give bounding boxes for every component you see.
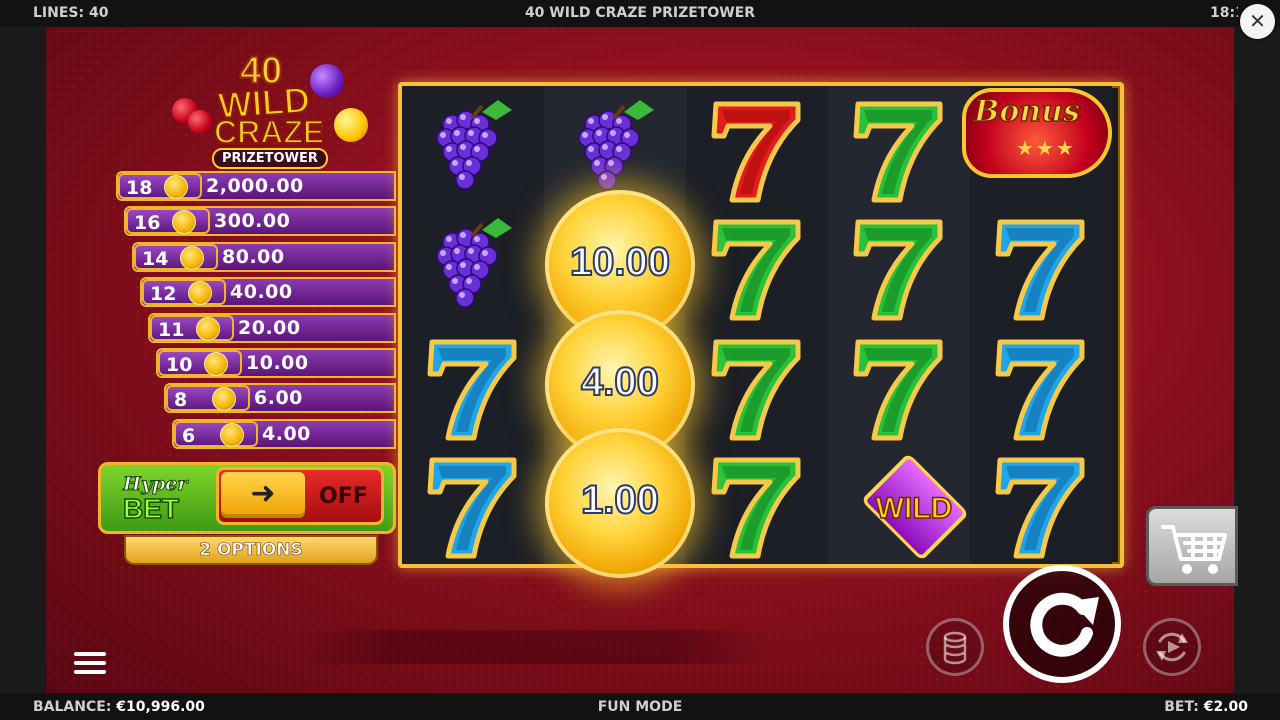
bonus-label: Bonus bbox=[973, 93, 1080, 130]
autoplay-button[interactable] bbox=[1143, 618, 1201, 676]
prize-count: 6 bbox=[182, 425, 196, 447]
hyperbet-toggle[interactable]: ➜ OFF bbox=[216, 467, 384, 525]
green-seven-symbol bbox=[828, 90, 970, 208]
red-seven-symbol bbox=[686, 90, 828, 208]
prize-tier-row: 11 20.00 bbox=[148, 313, 396, 343]
prize-count: 12 bbox=[150, 283, 177, 305]
coin-value: 10.00 bbox=[569, 239, 671, 285]
prize-amount: 10.00 bbox=[246, 352, 309, 374]
prize-tier-row: 18 2,000.00 bbox=[116, 171, 396, 201]
spin-button[interactable] bbox=[1003, 565, 1121, 683]
spin-arrow-icon bbox=[1030, 592, 1099, 657]
menu-button[interactable] bbox=[72, 648, 108, 678]
prize-count-badge: 10 bbox=[158, 350, 242, 376]
hyperbet-label-top: Hyper bbox=[122, 473, 188, 496]
game-logo: 40 WILD CRAZE PRIZETOWER bbox=[168, 49, 378, 170]
prize-count: 14 bbox=[142, 248, 169, 270]
blue-seven-symbol bbox=[970, 328, 1112, 446]
blue-seven-symbol bbox=[970, 208, 1112, 326]
prize-count: 18 bbox=[126, 177, 153, 199]
green-seven-symbol bbox=[828, 328, 970, 446]
prize-tier-row: 12 40.00 bbox=[140, 277, 396, 307]
prize-amount: 40.00 bbox=[230, 281, 293, 303]
coin-icon bbox=[220, 423, 244, 447]
blue-seven-symbol bbox=[402, 328, 544, 446]
coin-icon bbox=[188, 281, 212, 305]
prize-amount: 80.00 bbox=[222, 246, 285, 268]
coin-icon bbox=[172, 210, 196, 234]
hamburger-line bbox=[74, 670, 106, 674]
hyperbet-state: OFF bbox=[319, 484, 368, 509]
bonus-symbol: Bonus ★★★ bbox=[960, 88, 1120, 180]
coin-icon bbox=[164, 175, 188, 199]
prize-count-badge: 12 bbox=[142, 279, 226, 305]
bottom-bar: BALANCE: €10,996.00 FUN MODE BET: €2.00 bbox=[0, 693, 1280, 720]
hyperbet-label-bottom: BET bbox=[122, 492, 180, 525]
prize-tier-row: 14 80.00 bbox=[132, 242, 396, 272]
wild-symbol: WILD bbox=[858, 452, 970, 562]
logo-craze: CRAZE bbox=[213, 113, 325, 151]
bet: BET: €2.00 bbox=[1164, 699, 1248, 715]
prize-count-badge: 16 bbox=[126, 208, 210, 234]
prize-count-badge: 18 bbox=[118, 173, 202, 199]
plum-icon bbox=[310, 64, 344, 98]
prize-tier-row: 10 10.00 bbox=[156, 348, 396, 378]
green-seven-symbol bbox=[828, 208, 970, 326]
coin-stack-icon bbox=[943, 631, 967, 665]
prize-count-badge: 6 bbox=[174, 421, 258, 447]
message-strip bbox=[300, 630, 770, 664]
green-seven-symbol bbox=[686, 208, 828, 326]
star-icon: ★★★ bbox=[1016, 136, 1076, 160]
prize-count-badge: 14 bbox=[134, 244, 218, 270]
coin-icon bbox=[212, 387, 236, 411]
stake-button[interactable] bbox=[926, 618, 984, 676]
prize-tier-row: 16 300.00 bbox=[124, 206, 396, 236]
hamburger-menu-icon bbox=[74, 652, 106, 656]
prize-count-badge: 8 bbox=[166, 385, 250, 411]
autoplay-icon bbox=[1156, 632, 1188, 662]
coin-symbol: 1.00 bbox=[545, 428, 695, 578]
close-icon: ✕ bbox=[1249, 9, 1266, 33]
prize-tier-row: 6 4.00 bbox=[172, 419, 396, 449]
coin-icon bbox=[196, 317, 220, 341]
prize-count-badge: 11 bbox=[150, 315, 234, 341]
coin-icon bbox=[180, 246, 204, 270]
coin-value: 4.00 bbox=[580, 359, 660, 405]
hamburger-line bbox=[74, 661, 106, 665]
coin-value: 1.00 bbox=[580, 477, 660, 523]
mode-label: FUN MODE bbox=[597, 699, 683, 715]
lemon-icon bbox=[334, 108, 368, 142]
shopping-cart-icon bbox=[1161, 525, 1227, 574]
options-button[interactable]: 2 OPTIONS bbox=[124, 535, 378, 565]
prize-count: 16 bbox=[134, 212, 161, 234]
prize-amount: 2,000.00 bbox=[206, 175, 304, 197]
prize-count: 11 bbox=[158, 319, 185, 341]
cherry-icon bbox=[188, 110, 212, 134]
prize-count: 10 bbox=[166, 354, 193, 376]
green-seven-symbol bbox=[686, 446, 828, 564]
game-title: 40 WILD CRAZE PRIZETOWER bbox=[524, 5, 756, 21]
arrow-right-icon: ➜ bbox=[221, 472, 305, 518]
clock: 18:18 bbox=[1210, 5, 1238, 21]
bet-value: €2.00 bbox=[1203, 699, 1248, 715]
prize-count: 8 bbox=[174, 389, 188, 411]
grapes-symbol bbox=[402, 90, 544, 208]
blue-seven-symbol bbox=[970, 446, 1112, 564]
logo-prizetower: PRIZETOWER bbox=[212, 148, 328, 169]
prize-amount: 20.00 bbox=[238, 317, 301, 339]
prize-tier-row: 8 6.00 bbox=[164, 383, 396, 413]
bet-label: BET: bbox=[1164, 699, 1199, 715]
grapes-symbol bbox=[402, 208, 544, 326]
prize-amount: 6.00 bbox=[254, 387, 303, 409]
coin-icon bbox=[204, 352, 228, 376]
prize-amount: 4.00 bbox=[262, 423, 311, 445]
prize-amount: 300.00 bbox=[214, 210, 291, 232]
blue-seven-symbol bbox=[402, 446, 544, 564]
wild-label: WILD bbox=[875, 491, 953, 526]
shop-button[interactable] bbox=[1146, 506, 1238, 586]
close-button[interactable]: ✕ bbox=[1240, 4, 1275, 39]
top-bar: LINES: 40 40 WILD CRAZE PRIZETOWER 18:18 bbox=[0, 0, 1280, 27]
green-seven-symbol bbox=[686, 328, 828, 446]
